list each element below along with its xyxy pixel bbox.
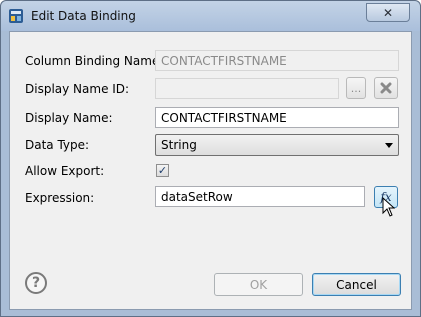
title-bar[interactable]: Edit Data Binding ✕ [1,1,420,31]
display-name-id-browse-button[interactable]: ... [346,77,366,99]
clear-x-icon [380,82,392,94]
close-icon: ✕ [382,5,394,20]
help-icon[interactable]: ? [25,272,47,294]
column-binding-name-field: CONTACTFIRSTNAME [155,50,399,71]
display-name-id-clear-button[interactable] [374,77,398,99]
expression-input[interactable]: dataSetRow [155,186,365,207]
data-type-selected-value: String [161,138,197,152]
checkmark-icon: ✓ [157,164,168,177]
ok-button-label: OK [249,277,268,292]
app-icon [9,9,23,23]
data-type-label: Data Type: [25,138,90,152]
close-button[interactable]: ✕ [366,3,410,22]
allow-export-label: Allow Export: [25,164,105,178]
display-name-id-label: Display Name ID: [25,82,130,96]
display-name-id-field [155,78,339,99]
expression-label: Expression: [25,191,95,205]
help-question-mark: ? [31,275,41,291]
dialog-title: Edit Data Binding [31,9,136,23]
cancel-button-label: Cancel [336,277,377,292]
dialog-body: Column Binding Name: CONTACTFIRSTNAME Di… [9,31,412,310]
column-binding-name-label: Column Binding Name: [25,54,164,68]
mouse-pointer-icon [382,197,396,217]
chevron-down-icon [385,143,393,148]
display-name-input[interactable]: CONTACTFIRSTNAME [155,107,399,128]
display-name-label: Display Name: [25,111,113,125]
data-type-select[interactable]: String [155,134,399,156]
ok-button[interactable]: OK [214,273,303,296]
browse-ellipsis-label: ... [350,81,362,95]
dialog-window: Edit Data Binding ✕ Column Binding Name:… [0,0,421,317]
cancel-button[interactable]: Cancel [312,273,401,296]
allow-export-checkbox[interactable]: ✓ [156,164,169,177]
